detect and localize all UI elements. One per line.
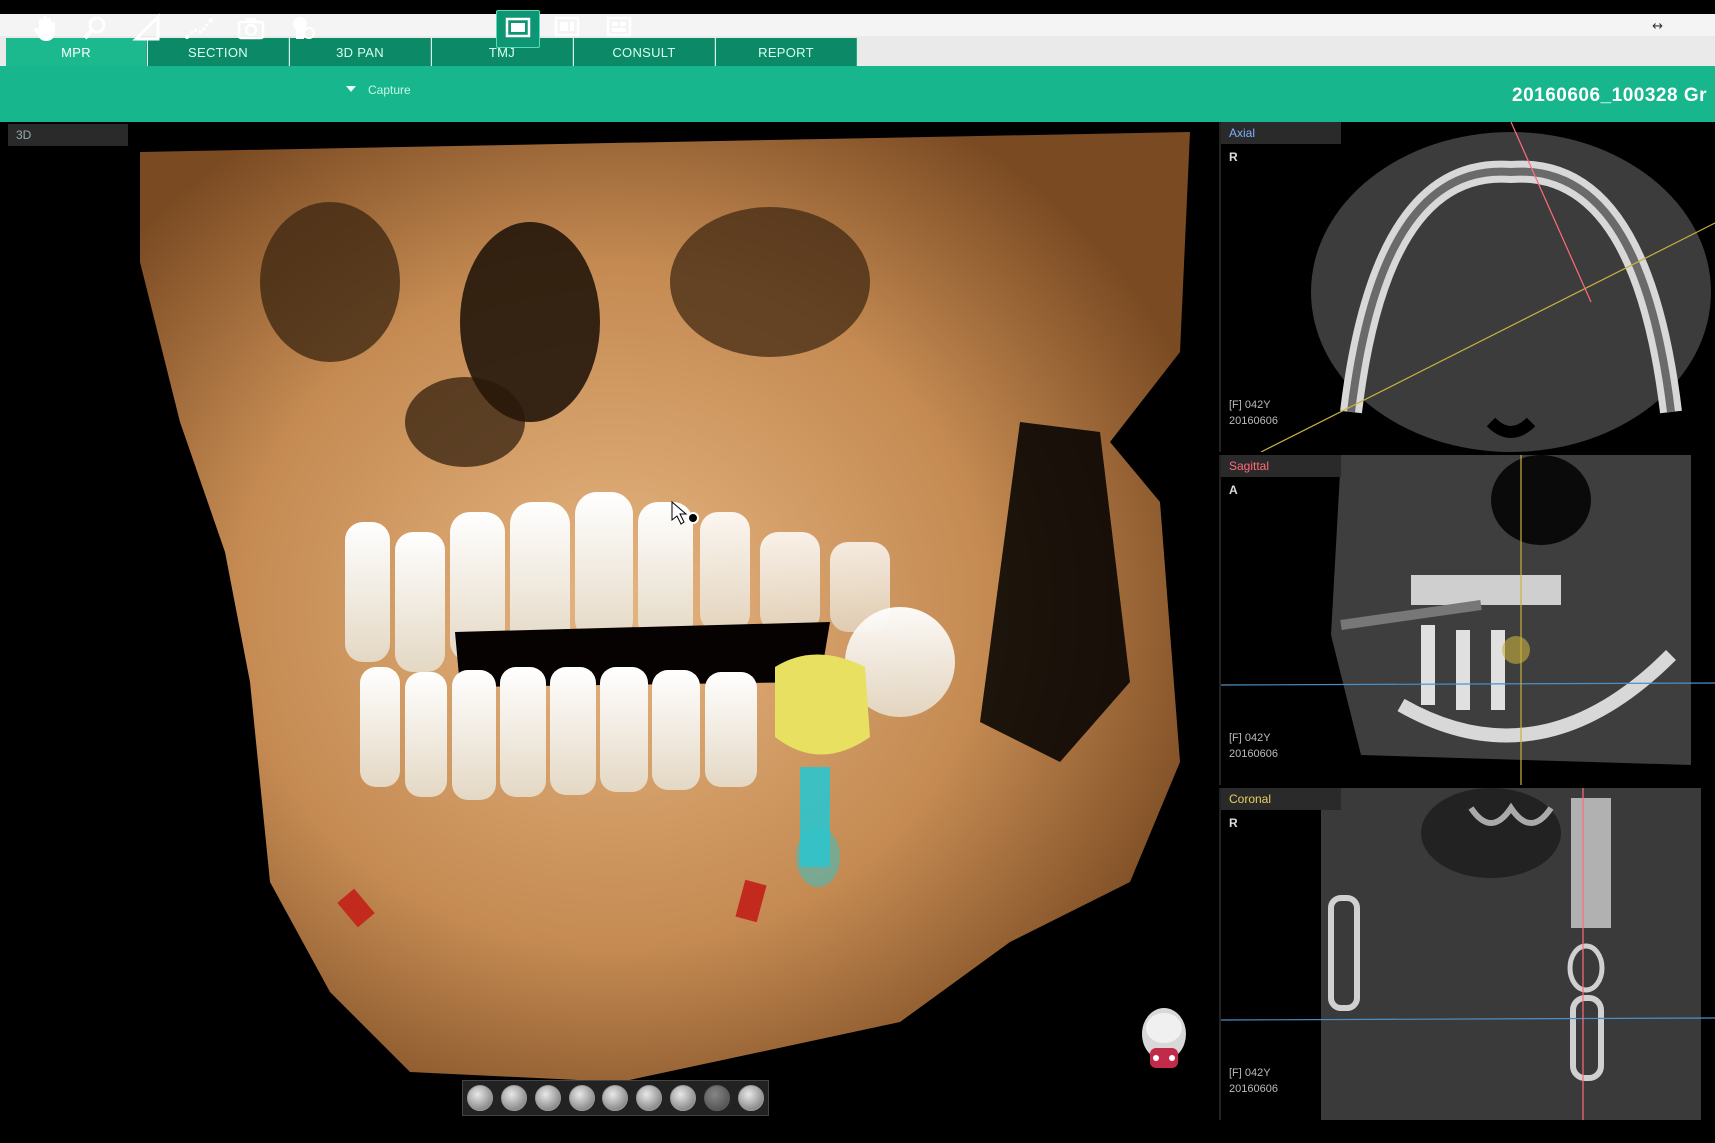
camera-icon[interactable] xyxy=(232,10,270,46)
sagittal-label: Sagittal xyxy=(1221,455,1341,477)
layout-split-icon[interactable] xyxy=(546,10,588,46)
view-preset-bar xyxy=(462,1080,769,1116)
axial-orientation: R xyxy=(1229,150,1238,164)
view-preset-reset-icon[interactable] xyxy=(737,1085,764,1111)
tab-consult[interactable]: CONSULT xyxy=(574,38,715,66)
sagittal-date: 20160606 xyxy=(1229,748,1278,760)
viewport-3d-label: 3D xyxy=(8,124,128,146)
orientation-head-icon[interactable] xyxy=(1134,1004,1194,1082)
patient-head-icon[interactable] xyxy=(284,10,322,46)
view-preset-back-icon[interactable] xyxy=(636,1085,663,1111)
toolbar xyxy=(0,66,1715,122)
view-preset-top-icon[interactable] xyxy=(568,1085,595,1111)
view-preset-oblique-icon[interactable] xyxy=(670,1085,697,1111)
view-preset-left-icon[interactable] xyxy=(500,1085,527,1111)
zoom-magnifier-icon[interactable] xyxy=(76,10,114,46)
angle-measure-icon[interactable] xyxy=(128,10,166,46)
coronal-orientation: R xyxy=(1229,816,1238,830)
axial-slice-image xyxy=(1260,122,1715,452)
sagittal-orientation: A xyxy=(1229,483,1238,497)
pan-hand-icon[interactable] xyxy=(26,10,64,46)
view-preset-bottom-icon[interactable] xyxy=(602,1085,629,1111)
axial-patient-info: [F] 042Y xyxy=(1229,399,1271,411)
axial-date: 20160606 xyxy=(1229,415,1278,427)
coronal-date: 20160606 xyxy=(1229,1083,1278,1095)
coronal-view[interactable]: Coronal R [F] 042Y 20160606 xyxy=(1219,788,1715,1120)
coronal-label: Coronal xyxy=(1221,788,1341,810)
bottom-border xyxy=(0,1120,1715,1143)
capture-dropdown[interactable]: Capture xyxy=(368,83,411,97)
coronal-slice-image xyxy=(1221,788,1715,1120)
layout-grid-icon[interactable] xyxy=(598,10,640,46)
line-measure-icon[interactable] xyxy=(180,10,218,46)
window-resize-control[interactable]: ↔ xyxy=(1652,19,1663,34)
sagittal-patient-info: [F] 042Y xyxy=(1229,732,1271,744)
axial-view[interactable]: Axial R [F] 042Y 20160606 xyxy=(1219,122,1715,452)
axial-label: Axial xyxy=(1221,122,1341,144)
view-preset-right-icon[interactable] xyxy=(534,1085,561,1111)
view-preset-dim-icon[interactable] xyxy=(704,1085,731,1111)
sagittal-slice-image xyxy=(1221,455,1715,785)
view-preset-front-icon[interactable] xyxy=(466,1085,493,1111)
viewport-3d[interactable]: 3D xyxy=(0,122,1215,1120)
study-id: 20160606_100328 Gr xyxy=(1512,85,1707,106)
capture-dropdown-caret-icon[interactable] xyxy=(346,86,356,92)
sagittal-view[interactable]: Sagittal A [F] 042Y 20160606 xyxy=(1219,455,1715,785)
tab-report[interactable]: REPORT xyxy=(716,38,857,66)
layout-single-icon[interactable] xyxy=(496,10,540,48)
coronal-patient-info: [F] 042Y xyxy=(1229,1067,1271,1079)
skull-3d-render xyxy=(140,132,1190,1082)
